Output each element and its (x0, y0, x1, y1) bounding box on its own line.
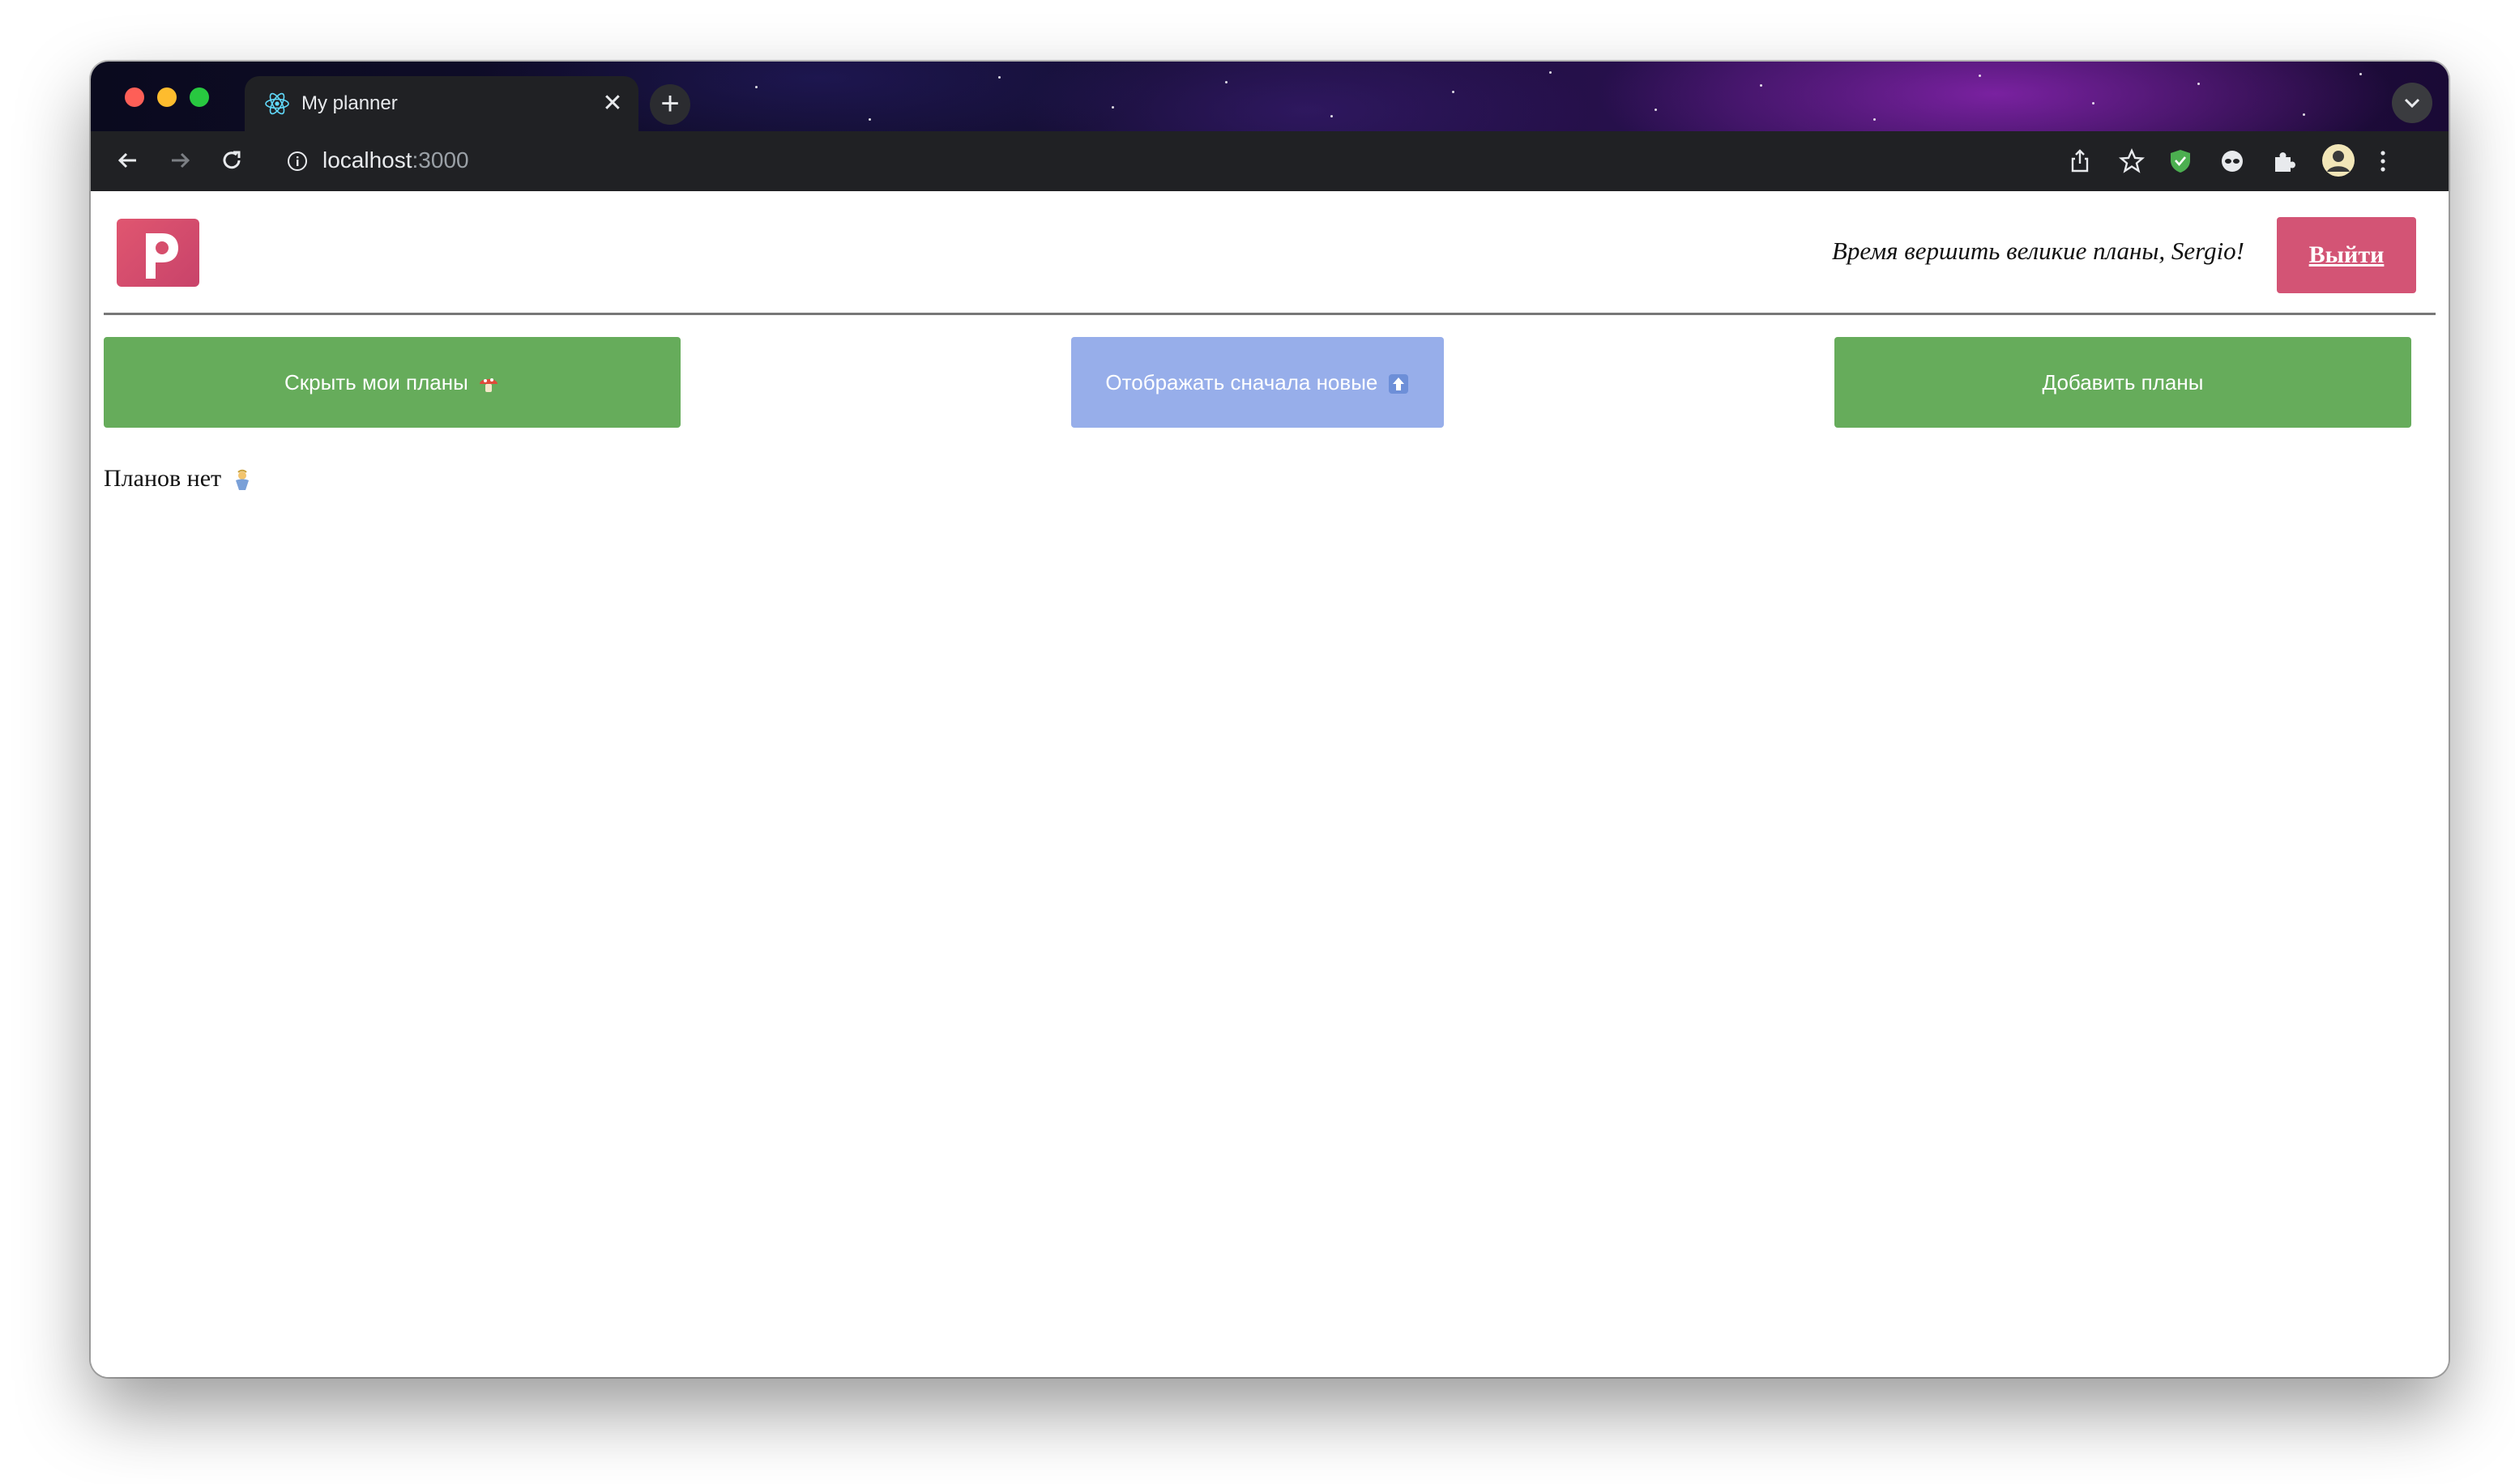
chevron-down-icon (2404, 98, 2420, 109)
tab-my-planner[interactable]: My planner ✕ (245, 76, 638, 131)
mushroom-emoji-icon (480, 378, 498, 393)
address-bar[interactable] (269, 136, 2181, 186)
back-arrow-icon[interactable] (112, 144, 144, 177)
browser-window: My planner ✕ + localhost:3000 Время верш… (91, 62, 2449, 1377)
url-host: localhost (322, 147, 412, 173)
planner-logo[interactable] (117, 219, 199, 287)
hide-plans-button[interactable]: Скрыть мои планы (104, 337, 681, 428)
app-page: Время вершить великие планы, Sergio! Вый… (91, 191, 2449, 1377)
site-info-icon[interactable] (285, 149, 310, 173)
new-tab-button[interactable]: + (650, 84, 690, 125)
more-menu-icon[interactable] (2368, 146, 2398, 177)
forward-arrow-icon[interactable] (164, 144, 196, 177)
empty-plans-message: Планов нет (104, 465, 254, 493)
close-window-button[interactable] (125, 87, 144, 107)
tab-close-icon[interactable]: ✕ (598, 89, 627, 118)
sort-newest-first-button[interactable]: Отображать сначала новые (1071, 337, 1444, 428)
add-plans-button[interactable]: Добавить планы (1834, 337, 2411, 428)
bookmark-star-icon[interactable] (2116, 146, 2147, 177)
reload-icon[interactable] (216, 144, 248, 177)
planner-logo-icon (146, 233, 178, 279)
empty-plans-text: Планов нет (104, 465, 222, 492)
tab-title: My planner (301, 92, 398, 114)
react-icon (265, 92, 289, 115)
genie-emoji-icon (235, 469, 249, 491)
profile-avatar-icon[interactable] (2321, 143, 2356, 178)
minimize-window-button[interactable] (157, 87, 177, 107)
tab-strip: My planner ✕ + (91, 62, 2449, 131)
sort-newest-first-label: Отображать сначала новые (1105, 370, 1378, 394)
up-arrow-emoji-icon (1388, 374, 1408, 394)
logout-button[interactable]: Выйти (2277, 217, 2416, 293)
extensions-puzzle-icon[interactable] (2269, 146, 2299, 177)
url-text[interactable]: localhost:3000 (322, 147, 469, 173)
adblock-shield-icon[interactable] (2165, 146, 2196, 177)
greeting-text: Время вершить великие планы, Sergio! (1831, 237, 2244, 265)
extension-mask-icon[interactable] (2217, 146, 2248, 177)
browser-toolbar: localhost:3000 (91, 131, 2449, 191)
hide-plans-label: Скрыть мои планы (284, 370, 468, 394)
zoom-window-button[interactable] (190, 87, 209, 107)
header-divider (104, 313, 2436, 315)
share-icon[interactable] (2065, 146, 2095, 177)
url-port: :3000 (412, 147, 469, 173)
tab-search-button[interactable] (2392, 83, 2432, 123)
